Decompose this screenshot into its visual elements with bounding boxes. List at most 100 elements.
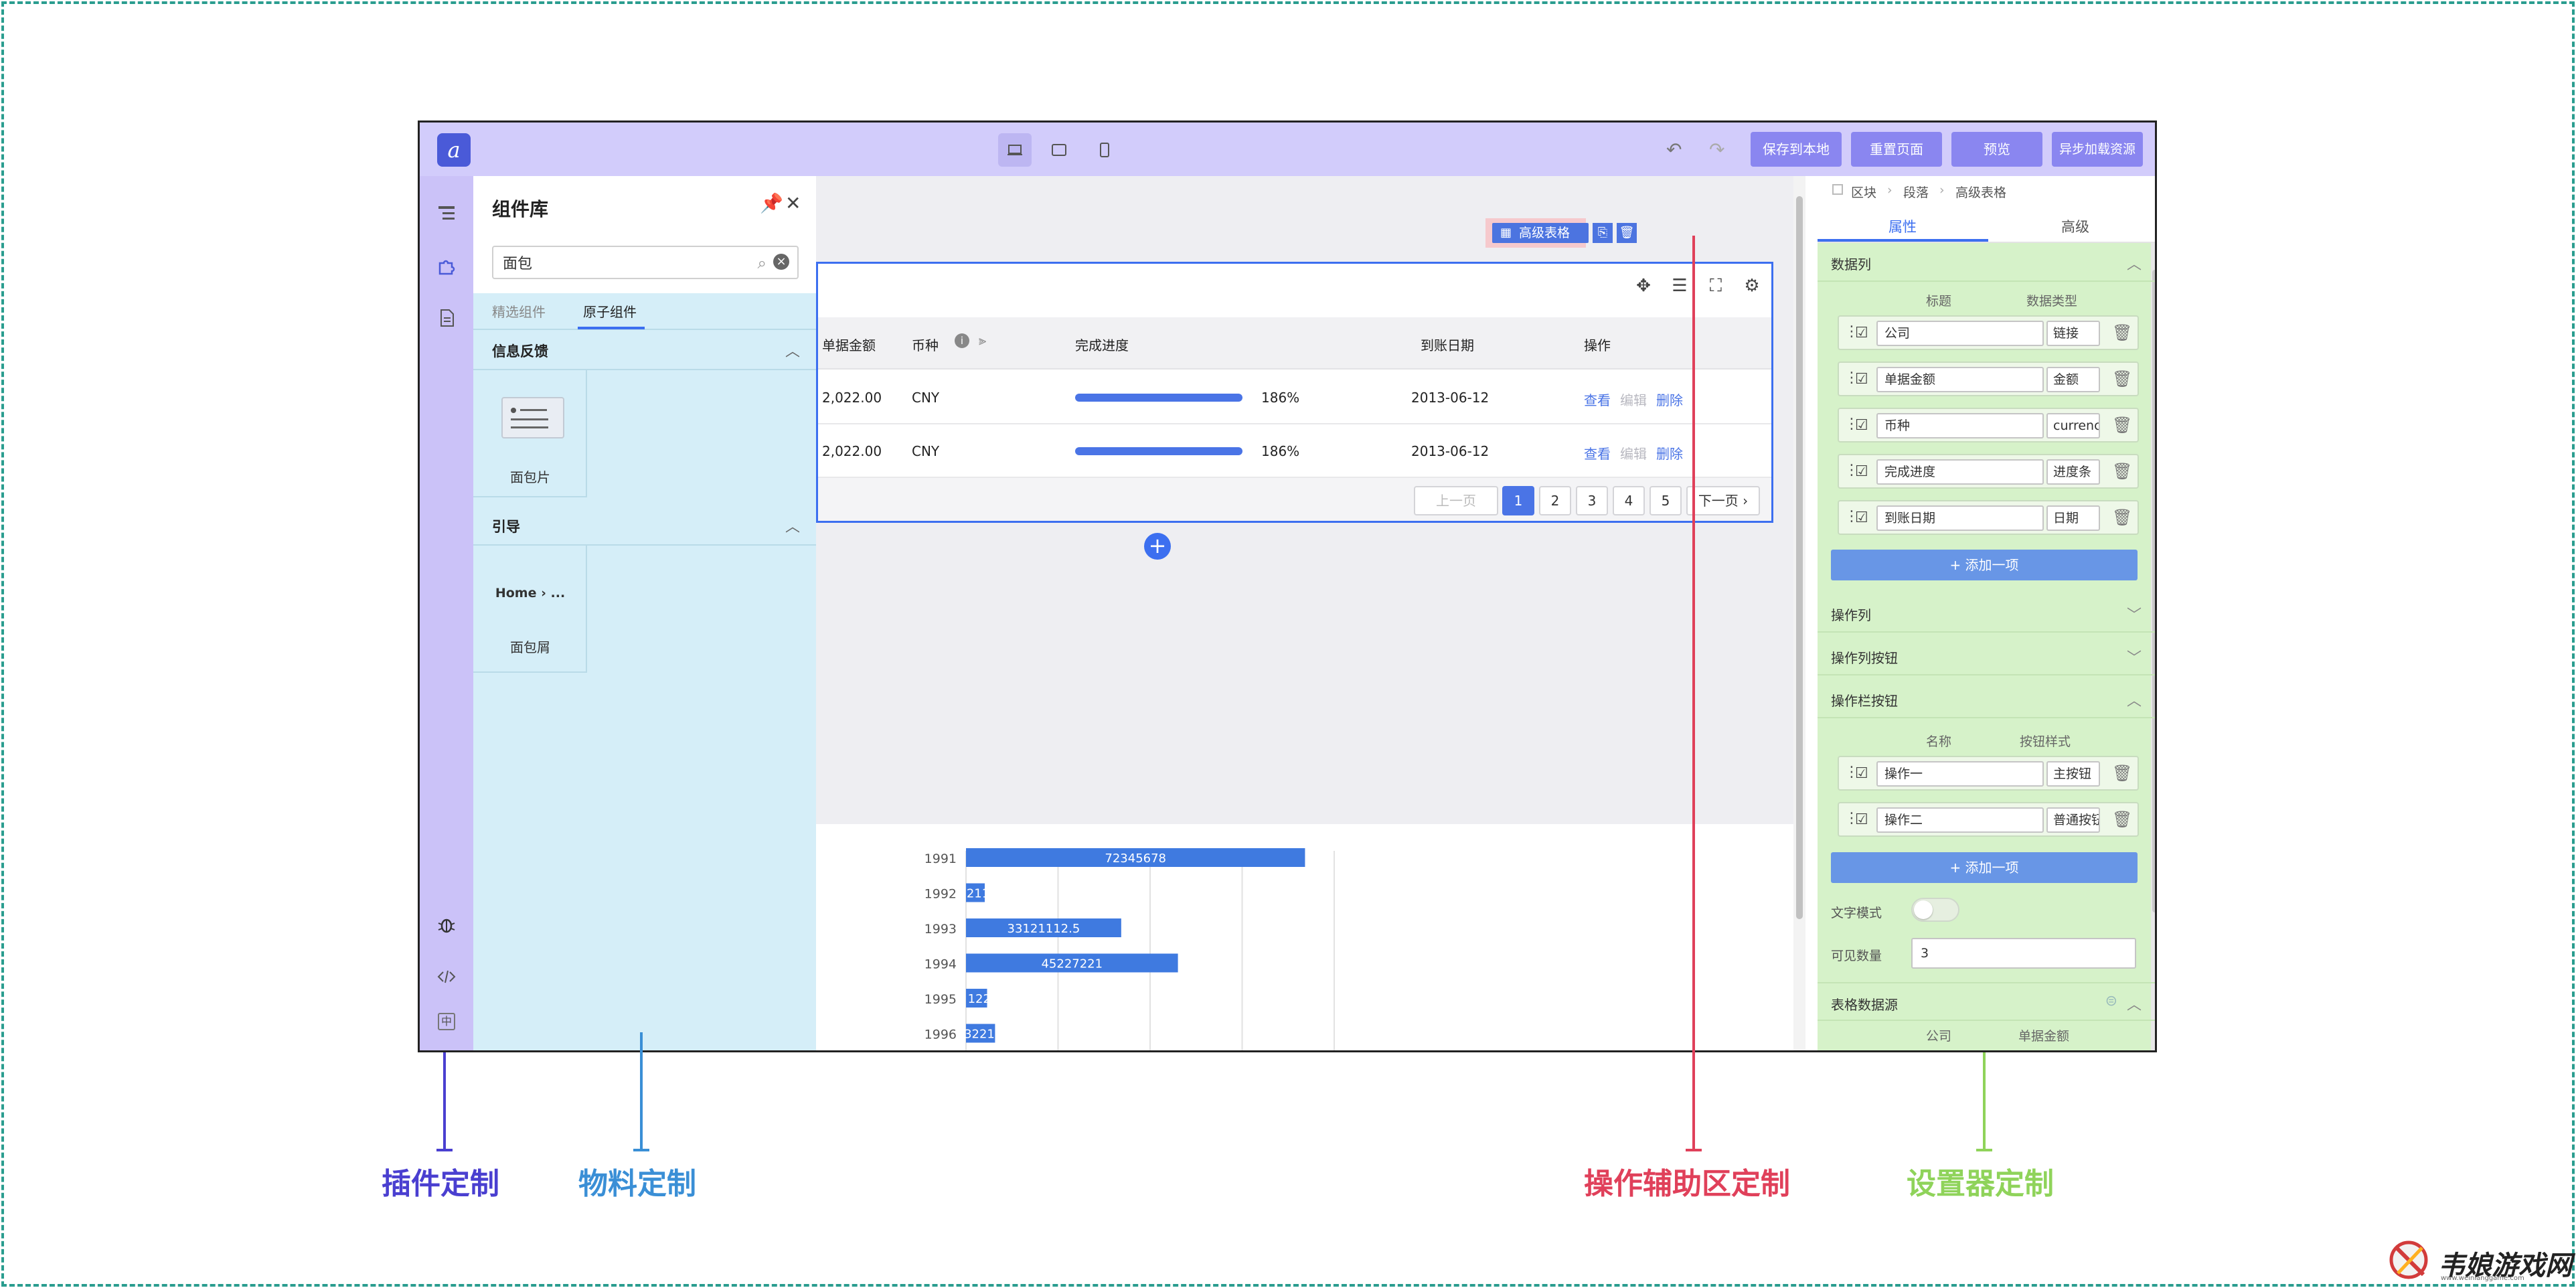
search-icon[interactable]: ⌕ (758, 254, 767, 272)
pin-icon[interactable]: 📌 (760, 192, 783, 214)
bug-icon[interactable] (436, 914, 457, 935)
column-title-input[interactable]: 完成进度 (1876, 459, 2044, 485)
gear-icon[interactable]: ⚙ (1741, 276, 1763, 299)
advanced-table[interactable]: ✥ ☰ ⛶ ⚙ 单据金额 币种 i ⫸ 完成进度 到账日期 操作 2,022.0… (816, 262, 1773, 523)
breadcrumb-item[interactable]: 区块 (1851, 183, 1876, 201)
section-op-bar-buttons[interactable]: 操作栏按钮 ︿ (1818, 679, 2155, 718)
column-type-select[interactable]: 日期 (2046, 505, 2100, 531)
button-style-select[interactable]: 普通按钮 (2046, 807, 2100, 833)
component-search[interactable]: ⌕ × (492, 246, 799, 279)
column-type-select[interactable]: 链接 (2046, 321, 2100, 346)
breadcrumb-item[interactable]: 段落 (1903, 183, 1929, 201)
redo-icon[interactable]: ↷ (1709, 139, 1732, 161)
app-logo[interactable]: a (437, 133, 471, 167)
page-button[interactable]: 4 (1613, 486, 1645, 515)
op-button-item[interactable]: ⋮ ☑ 操作一 主按钮 🗑 (1838, 756, 2139, 791)
add-data-column-button[interactable]: + 添加一项 (1831, 550, 2138, 580)
trash-icon[interactable]: 🗑 (2112, 508, 2132, 527)
chevron-down-icon[interactable]: ﹀ (2127, 603, 2142, 625)
chevron-up-icon[interactable]: ︿ (2127, 689, 2142, 710)
section-op-column-buttons[interactable]: 操作列按钮 ﹀ (1818, 637, 2155, 675)
trash-icon[interactable]: 🗑 (2112, 810, 2132, 829)
column-header[interactable]: 单据金额 (822, 335, 876, 354)
table-row[interactable]: 2,022.00 CNY 186% 2013-06-12 查看 编辑 删除 (818, 424, 1771, 478)
expand-icon[interactable]: ⛶ (1704, 276, 1727, 299)
page-button[interactable]: 5 (1649, 486, 1682, 515)
add-block-button[interactable]: + (1144, 533, 1171, 560)
button-name-input[interactable]: 操作一 (1876, 761, 2044, 787)
data-column-item[interactable]: ⋮ ☑ 单据金额 金额 🗑 (1838, 361, 2139, 396)
section-op-column[interactable]: 操作列 ﹀ (1818, 594, 2155, 633)
edit-icon[interactable]: ☑ (1855, 325, 1872, 342)
filter-icon[interactable]: ⫸ (979, 332, 986, 348)
page-button[interactable]: 1 (1502, 486, 1534, 515)
column-title-input[interactable]: 到账日期 (1876, 505, 2044, 531)
close-icon[interactable]: ✕ (785, 192, 805, 214)
chevron-up-icon[interactable]: ︿ (785, 339, 800, 361)
section-table-datasource[interactable]: 表格数据源 ⊜ ︿ (1818, 982, 2155, 1021)
reset-page-button[interactable]: 重置页面 (1851, 132, 1942, 167)
delete-link[interactable]: 删除 (1656, 390, 1683, 409)
save-local-button[interactable]: 保存到本地 (1751, 132, 1842, 167)
edit-icon[interactable]: ☑ (1855, 371, 1872, 388)
delete-link[interactable]: 删除 (1656, 443, 1683, 463)
column-header[interactable]: 完成进度 (1075, 335, 1129, 354)
data-column-item[interactable]: ⋮ ☑ 公司 链接 🗑 (1838, 315, 2139, 350)
page-button[interactable]: 2 (1539, 486, 1571, 515)
breadcrumb-item[interactable]: 高级表格 (1955, 183, 2006, 201)
group-header-feedback[interactable]: 信息反馈 ︿ (473, 330, 816, 370)
edit-link[interactable]: 编辑 (1620, 390, 1647, 409)
trash-icon[interactable]: 🗑 (2112, 323, 2132, 342)
code-icon[interactable] (436, 966, 457, 987)
undo-icon[interactable]: ↶ (1666, 139, 1689, 161)
edit-icon[interactable]: ☑ (1855, 463, 1872, 481)
selected-node-label[interactable]: 高级表格 (1492, 223, 1589, 243)
op-button-item[interactable]: ⋮ ☑ 操作二 普通按钮 🗑 (1838, 802, 2139, 837)
component-card-breadcrumb-piece[interactable]: 面包片 (473, 370, 587, 497)
trash-icon[interactable]: 🗑 (2112, 416, 2132, 434)
chevron-up-icon[interactable]: ︿ (2127, 252, 2142, 274)
data-column-item[interactable]: ⋮ ☑ 到账日期 日期 🗑 (1838, 500, 2139, 535)
edit-link[interactable]: 编辑 (1620, 443, 1647, 463)
text-mode-toggle[interactable] (1911, 898, 1959, 922)
document-icon[interactable] (436, 307, 457, 329)
trash-icon[interactable]: 🗑 (2112, 462, 2132, 481)
language-switch-icon[interactable]: 中 (438, 1013, 455, 1030)
column-title-input[interactable]: 币种 (1876, 413, 2044, 438)
group-header-guide[interactable]: 引导 ︿ (473, 505, 816, 546)
button-name-input[interactable]: 操作二 (1876, 807, 2044, 833)
data-column-item[interactable]: ⋮ ☑ 完成进度 进度条 🗑 (1838, 454, 2139, 489)
view-link[interactable]: 查看 (1584, 390, 1611, 409)
column-header[interactable]: 操作 (1584, 335, 1611, 354)
next-page-button[interactable]: 下一页 › (1686, 486, 1760, 515)
visible-count-input[interactable]: 3 (1911, 938, 2136, 969)
info-icon[interactable]: i (955, 333, 969, 348)
edit-icon[interactable]: ☑ (1855, 417, 1872, 434)
checkbox-icon[interactable] (1832, 184, 1843, 195)
edit-icon[interactable]: ☑ (1855, 509, 1872, 527)
prev-page-button[interactable]: 上一页 (1414, 486, 1498, 515)
column-type-select[interactable]: 进度条 (2046, 459, 2100, 485)
bar-chart-block[interactable]: 1991 72345678 1992 211 1993 33121112.5 1994 452… (816, 824, 1793, 1050)
chevron-up-icon[interactable]: ︿ (2127, 993, 2142, 1014)
trash-icon[interactable]: 🗑 (2112, 370, 2132, 388)
chevron-up-icon[interactable]: ︿ (785, 515, 800, 536)
variable-binding-icon[interactable]: ⊜ (2105, 993, 2117, 1010)
column-header[interactable]: 到账日期 (1421, 335, 1474, 354)
outline-tree-icon[interactable] (436, 203, 457, 224)
tab-properties[interactable]: 属性 (1888, 216, 1917, 236)
component-puzzle-icon[interactable] (436, 255, 457, 276)
async-load-button[interactable]: 异步加载资源 (2052, 132, 2143, 167)
delete-icon[interactable]: 🗑 (1617, 223, 1637, 243)
column-type-select[interactable]: 金额 (2046, 367, 2100, 392)
section-data-columns[interactable]: 数据列 ︿ (1818, 243, 2155, 282)
button-style-select[interactable]: 主按钮 (2046, 761, 2100, 787)
add-op-button-button[interactable]: + 添加一项 (1831, 852, 2138, 883)
fullscreen-move-icon[interactable]: ✥ (1632, 276, 1655, 299)
edit-icon[interactable]: ☑ (1855, 765, 1872, 783)
mobile-view-button[interactable] (1088, 133, 1121, 167)
component-search-input[interactable] (503, 252, 730, 272)
density-icon[interactable]: ☰ (1668, 276, 1691, 299)
copy-icon[interactable]: ⎘ (1593, 223, 1613, 243)
preview-button[interactable]: 预览 (1951, 132, 2042, 167)
